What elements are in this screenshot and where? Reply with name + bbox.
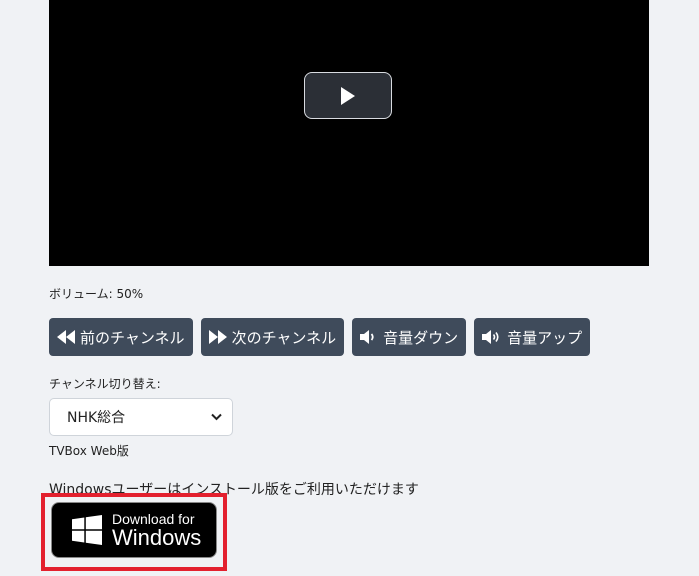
download-line1: Download for bbox=[112, 510, 195, 527]
video-player[interactable] bbox=[49, 0, 649, 266]
prev-channel-button[interactable]: 前のチャンネル bbox=[49, 318, 193, 356]
version-text: TVBox Web版 bbox=[49, 444, 129, 458]
volume-up-button[interactable]: 音量アップ bbox=[474, 318, 591, 356]
volume-up-icon bbox=[482, 330, 499, 344]
download-windows-button[interactable]: Download for Windows bbox=[51, 502, 217, 558]
forward-icon bbox=[208, 330, 227, 344]
prev-channel-label: 前のチャンネル bbox=[80, 328, 185, 347]
channel-controls: 前のチャンネル 次のチャンネル 音量ダウン 音量アップ bbox=[49, 318, 591, 356]
channel-select-label: チャンネル切り替え: bbox=[49, 377, 161, 391]
download-line2: Windows bbox=[112, 524, 202, 550]
backward-icon bbox=[57, 330, 75, 344]
play-button[interactable] bbox=[304, 72, 392, 119]
volume-readout: ボリューム: 50% bbox=[49, 287, 144, 301]
next-channel-button[interactable]: 次のチャンネル bbox=[200, 318, 345, 356]
play-icon bbox=[341, 86, 355, 105]
volume-down-button[interactable]: 音量ダウン bbox=[352, 318, 467, 356]
volume-down-icon bbox=[360, 330, 374, 344]
channel-select-value: NHK総合 bbox=[67, 410, 126, 426]
next-channel-label: 次のチャンネル bbox=[231, 328, 337, 347]
download-text: Download for Windows bbox=[112, 512, 201, 549]
page: ボリューム: 50% 前のチャンネル 次のチャンネル 音量ダウン 音量アップ チ… bbox=[0, 0, 699, 576]
channel-select[interactable]: NHK総合 bbox=[49, 398, 233, 436]
windows-logo-icon bbox=[72, 515, 102, 545]
chevron-down-icon bbox=[211, 413, 222, 421]
volume-up-label: 音量アップ bbox=[507, 328, 583, 347]
volume-down-label: 音量ダウン bbox=[383, 328, 459, 347]
